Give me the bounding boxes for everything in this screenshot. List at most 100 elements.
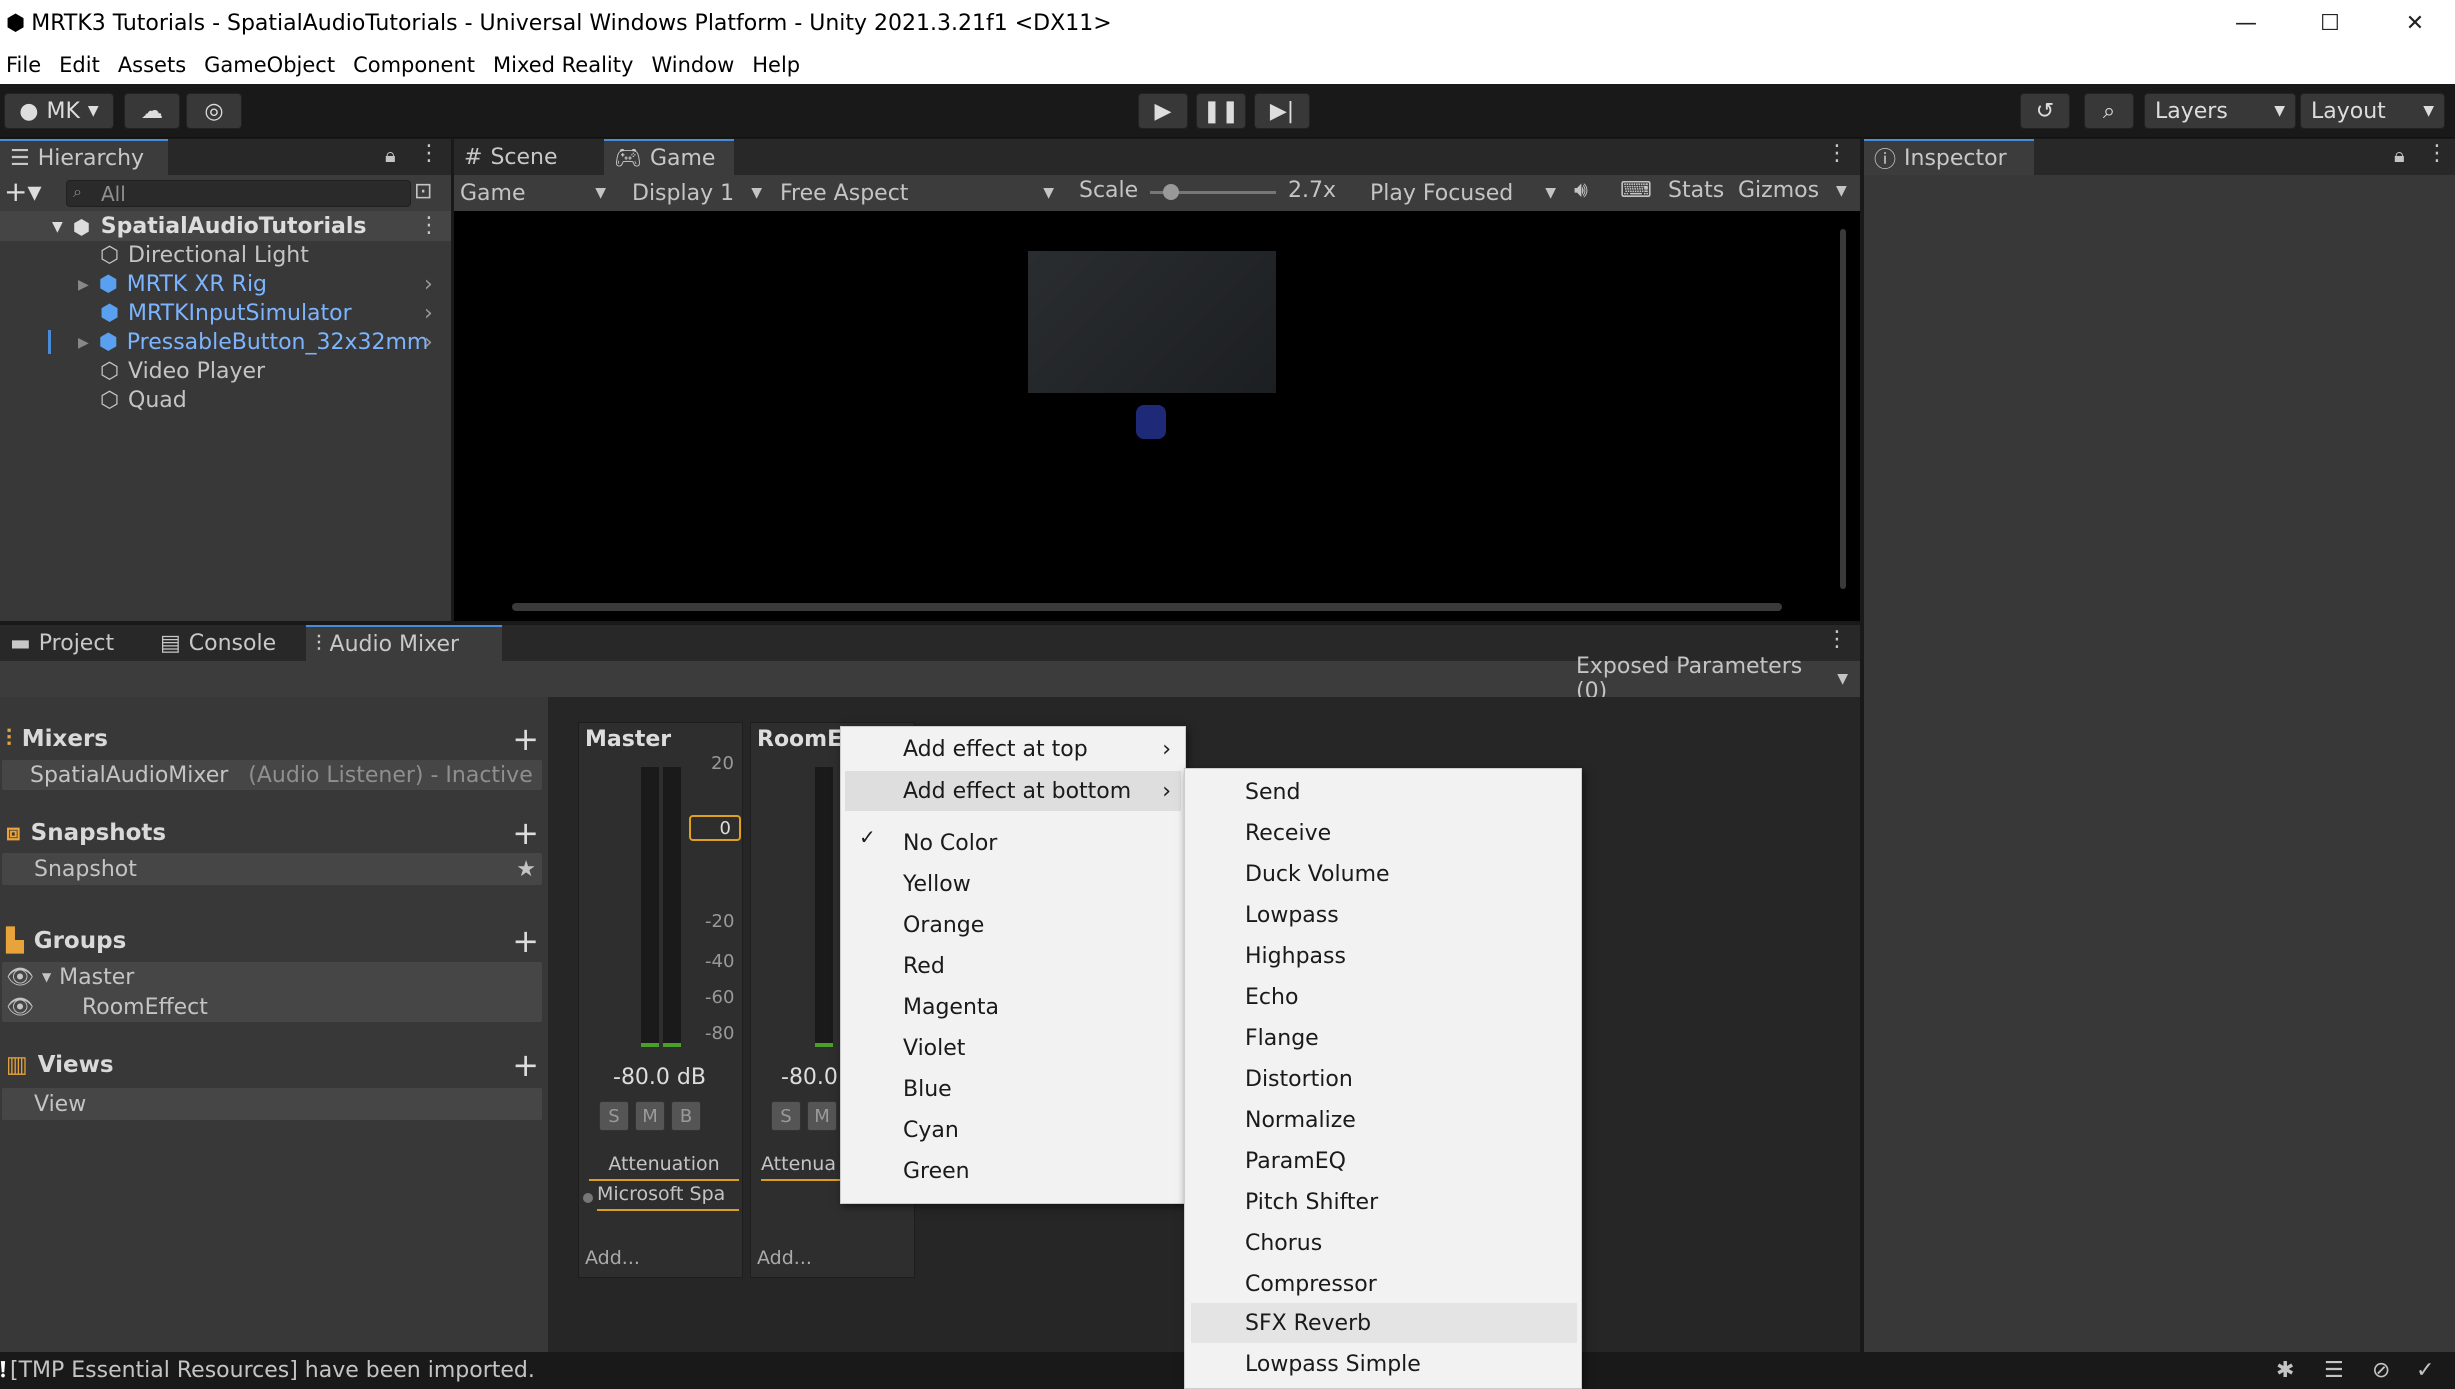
hierarchy-item-video-player[interactable]: ⬡ Video Player — [100, 357, 265, 386]
add-mixer-button[interactable]: + — [512, 720, 539, 758]
tab-project[interactable]: ▬ Project — [0, 625, 150, 661]
hierarchy-item-mrtk-input-simulator[interactable]: ⬢ MRTKInputSimulator — [100, 299, 352, 328]
minimize-button[interactable]: — — [2206, 0, 2286, 46]
more-options-icon[interactable]: ⋮ — [1826, 627, 1848, 652]
layers-dropdown[interactable]: Layers ▼ — [2144, 93, 2296, 129]
eye-icon[interactable]: 👁︎ — [6, 965, 34, 990]
tab-console[interactable]: ▤ Console — [150, 625, 300, 661]
create-add-button[interactable]: +▾ — [4, 175, 42, 208]
cloud-button[interactable]: ☁ — [124, 93, 180, 129]
effect-normalize[interactable]: Normalize — [1245, 1100, 1356, 1140]
menu-item-green[interactable]: Green — [903, 1151, 970, 1191]
chevron-right-icon[interactable]: › — [424, 301, 433, 326]
mute-button[interactable]: M — [807, 1101, 837, 1131]
menu-item-blue[interactable]: Blue — [903, 1069, 952, 1109]
scale-slider[interactable] — [1150, 184, 1276, 200]
effect-microsoft-spatializer[interactable]: Microsoft Spa — [597, 1183, 739, 1211]
effect-highpass[interactable]: Highpass — [1245, 936, 1346, 976]
menu-file[interactable]: File — [0, 53, 53, 77]
keyboard-icon[interactable]: ⌨ — [1620, 178, 1652, 203]
gizmos-button[interactable]: Gizmos — [1738, 178, 1819, 203]
pause-button[interactable]: ❚❚ — [1196, 93, 1246, 129]
menu-item-red[interactable]: Red — [903, 946, 945, 986]
game-viewport[interactable] — [454, 211, 1860, 621]
scene-visibility-icon[interactable]: ⊡ — [414, 179, 432, 204]
more-options-icon[interactable]: ⋮ — [2426, 141, 2448, 166]
stats-button[interactable]: Stats — [1668, 178, 1724, 203]
exposed-parameters-dropdown[interactable]: Exposed Parameters (0) ▼ — [1576, 654, 1854, 704]
close-button[interactable]: ✕ — [2375, 0, 2455, 46]
display-dropdown[interactable]: Display 1 ▼ — [632, 178, 768, 208]
search-button[interactable]: ⌕ — [2084, 93, 2134, 129]
status-message[interactable]: [TMP Essential Resources] have been impo… — [10, 1358, 535, 1383]
check-icon[interactable]: ✓ — [2416, 1358, 2434, 1383]
view-list-item[interactable]: View — [2, 1088, 542, 1120]
add-snapshot-button[interactable]: + — [512, 814, 539, 852]
effect-bypass-dot[interactable] — [583, 1193, 593, 1203]
more-options-icon[interactable]: ⋮ — [1826, 141, 1848, 166]
effect-sfx-reverb[interactable]: SFX Reverb — [1245, 1303, 1371, 1343]
menu-item-violet[interactable]: Violet — [903, 1028, 965, 1068]
menu-assets[interactable]: Assets — [112, 53, 198, 77]
add-view-button[interactable]: + — [512, 1046, 539, 1084]
menu-item-yellow[interactable]: Yellow — [903, 864, 971, 904]
solo-button[interactable]: S — [599, 1101, 629, 1131]
snapshot-list-item[interactable]: Snapshot ★ — [2, 853, 542, 885]
debug-icon[interactable]: ✱ — [2276, 1358, 2294, 1383]
effect-flange[interactable]: Flange — [1245, 1018, 1319, 1058]
hierarchy-item-pressable-button[interactable]: ▶ ⬢ PressableButton_32x32mm — [78, 328, 428, 357]
step-button[interactable]: ▶| — [1254, 93, 1310, 129]
chevron-right-icon[interactable]: › — [424, 330, 433, 355]
tab-scene[interactable]: # Scene — [454, 139, 604, 175]
bypass-button[interactable]: B — [671, 1101, 701, 1131]
play-focus-dropdown[interactable]: Play Focused ▼ — [1370, 178, 1562, 208]
more-options-icon[interactable]: ⋮ — [418, 213, 440, 238]
vertical-scrollbar[interactable] — [1840, 229, 1846, 589]
menu-edit[interactable]: Edit — [53, 53, 112, 77]
horizontal-scrollbar[interactable] — [512, 603, 1782, 611]
layout-dropdown[interactable]: Layout ▼ — [2300, 93, 2445, 129]
play-button[interactable]: ▶ — [1138, 93, 1188, 129]
solo-button[interactable]: S — [771, 1101, 801, 1131]
effect-parameq[interactable]: ParamEQ — [1245, 1141, 1346, 1181]
effect-pitch-shifter[interactable]: Pitch Shifter — [1245, 1182, 1378, 1222]
group-item-master[interactable]: 👁︎ ▼ Master — [2, 962, 134, 992]
hierarchy-search-input[interactable]: ⌕ All — [66, 180, 411, 207]
undo-history-button[interactable]: ↺ — [2020, 93, 2070, 129]
effect-lowpass[interactable]: Lowpass — [1245, 895, 1339, 935]
account-dropdown[interactable]: ● MK ▼ — [4, 93, 114, 129]
game-mode-dropdown[interactable]: Game ▼ — [460, 178, 612, 208]
collab-button[interactable]: ◎ — [186, 93, 242, 129]
chevron-down-icon[interactable]: ▼ — [1836, 183, 1847, 199]
menu-item-no-color[interactable]: No Color — [903, 823, 997, 863]
aspect-dropdown[interactable]: Free Aspect ▼ — [780, 178, 1060, 208]
layers-status-icon[interactable]: ☰ — [2324, 1358, 2344, 1383]
effect-lowpass-simple[interactable]: Lowpass Simple — [1245, 1344, 1421, 1384]
mute-button[interactable]: M — [635, 1101, 665, 1131]
eye-icon[interactable]: 👁︎ — [6, 995, 34, 1020]
tab-inspector[interactable]: ⓘ Inspector — [1864, 139, 2034, 175]
menu-help[interactable]: Help — [746, 53, 812, 77]
menu-gameobject[interactable]: GameObject — [198, 53, 347, 77]
hierarchy-item-quad[interactable]: ⬡ Quad — [100, 386, 187, 415]
scene-root[interactable]: ▼ ⬢ SpatialAudioTutorials — [52, 212, 367, 241]
tab-hierarchy[interactable]: ☰ Hierarchy — [0, 139, 168, 175]
group-item-roomeffect[interactable]: 👁︎ RoomEffect — [2, 992, 208, 1022]
tab-audio-mixer[interactable]: ⫶ Audio Mixer — [306, 625, 502, 661]
effect-send[interactable]: Send — [1245, 772, 1300, 812]
menu-item-orange[interactable]: Orange — [903, 905, 984, 945]
network-icon[interactable]: ⊘ — [2372, 1358, 2390, 1383]
add-effect-button[interactable]: Add... — [585, 1247, 640, 1269]
hierarchy-item-directional-light[interactable]: ⬡ Directional Light — [100, 241, 309, 270]
menu-mixed-reality[interactable]: Mixed Reality — [487, 53, 645, 77]
effect-distortion[interactable]: Distortion — [1245, 1059, 1353, 1099]
effect-duck-volume[interactable]: Duck Volume — [1245, 854, 1390, 894]
add-group-button[interactable]: + — [512, 922, 539, 960]
mixer-list-item[interactable]: SpatialAudioMixer (Audio Listener) - Ina… — [2, 760, 542, 790]
effect-compressor[interactable]: Compressor — [1245, 1264, 1377, 1304]
more-options-icon[interactable]: ⋮ — [418, 141, 440, 166]
menu-item-add-effect-top[interactable]: Add effect at top › — [903, 729, 1183, 769]
hierarchy-item-mrtk-xr-rig[interactable]: ▶ ⬢ MRTK XR Rig — [78, 270, 267, 299]
effect-chorus[interactable]: Chorus — [1245, 1223, 1322, 1263]
add-effect-button[interactable]: Add... — [757, 1247, 812, 1269]
